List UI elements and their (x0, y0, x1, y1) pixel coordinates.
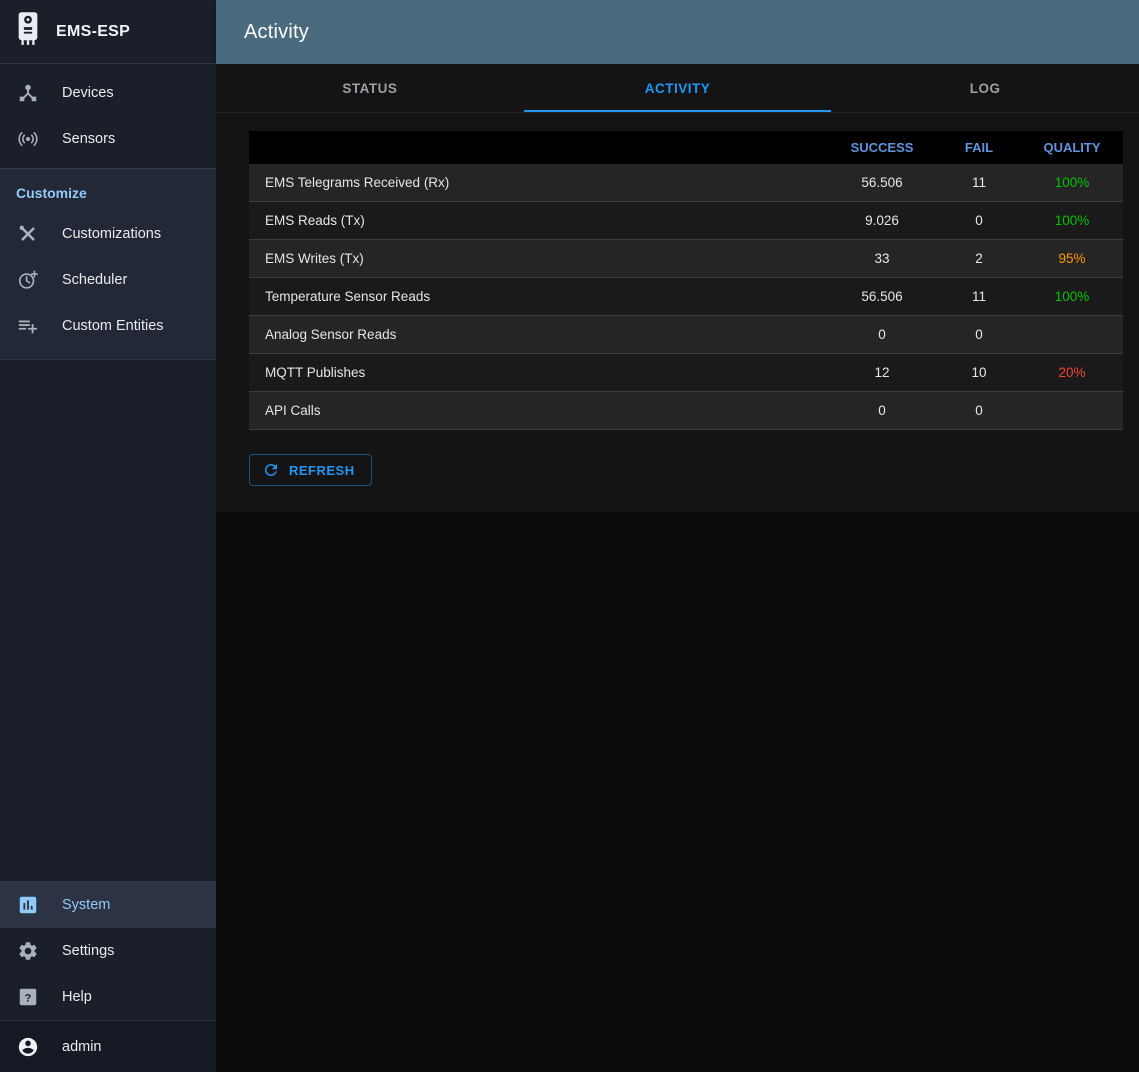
sidebar-item-label: Custom Entities (62, 318, 164, 334)
customize-section: Customize Customizations Scheduler (0, 168, 216, 360)
sidebar-item-customizations[interactable]: Customizations (0, 211, 216, 257)
gear-icon (16, 939, 40, 963)
tab-status[interactable]: STATUS (216, 64, 524, 112)
success-value: 56.506 (827, 164, 937, 202)
sidebar-main-nav: Devices Sensors (0, 64, 216, 168)
table-row: EMS Writes (Tx)33295% (249, 240, 1123, 278)
account-icon (16, 1035, 40, 1059)
tab-bar: STATUS ACTIVITY LOG (216, 64, 1139, 113)
svg-text:?: ? (25, 992, 32, 1004)
sidebar-item-help[interactable]: ? Help (0, 974, 216, 1020)
page-title: Activity (244, 21, 309, 44)
metric-name: MQTT Publishes (249, 354, 827, 392)
sidebar-item-system[interactable]: System (0, 882, 216, 928)
quality-value: 20% (1021, 354, 1123, 392)
table-row: MQTT Publishes121020% (249, 354, 1123, 392)
sidebar-item-label: Help (62, 989, 92, 1005)
quality-value: 100% (1021, 164, 1123, 202)
metric-name: Temperature Sensor Reads (249, 278, 827, 316)
table-row: EMS Reads (Tx)9.0260100% (249, 202, 1123, 240)
playlist-add-icon (16, 314, 40, 338)
sidebar-spacer (0, 360, 216, 881)
app-logo-icon (14, 9, 42, 54)
device-hub-icon (16, 81, 40, 105)
tab-log[interactable]: LOG (831, 64, 1139, 112)
sensors-icon (16, 127, 40, 151)
sidebar-bottom-nav: System Settings ? Help (0, 881, 216, 1020)
help-icon: ? (16, 985, 40, 1009)
success-value: 0 (827, 316, 937, 354)
success-value: 0 (827, 392, 937, 430)
quality-value: 100% (1021, 202, 1123, 240)
sidebar-item-label: Sensors (62, 131, 115, 147)
fail-value: 0 (937, 392, 1021, 430)
content: STATUS ACTIVITY LOG SUCCESS (216, 64, 1139, 1072)
success-value: 56.506 (827, 278, 937, 316)
activity-table-body: EMS Telegrams Received (Rx)56.50611100%E… (249, 164, 1123, 430)
activity-card: STATUS ACTIVITY LOG SUCCESS (216, 64, 1139, 512)
analytics-icon (16, 893, 40, 917)
sidebar-item-label: Devices (62, 85, 114, 101)
table-row: Analog Sensor Reads00 (249, 316, 1123, 354)
fail-value: 2 (937, 240, 1021, 278)
sidebar-item-custom-entities[interactable]: Custom Entities (0, 303, 216, 349)
sidebar-header: EMS-ESP (0, 0, 216, 64)
quality-value: 100% (1021, 278, 1123, 316)
metric-name: EMS Writes (Tx) (249, 240, 827, 278)
fail-value: 11 (937, 278, 1021, 316)
fail-value: 10 (937, 354, 1021, 392)
sidebar-item-settings[interactable]: Settings (0, 928, 216, 974)
success-value: 33 (827, 240, 937, 278)
scheduler-icon (16, 268, 40, 292)
sidebar-item-label: Settings (62, 943, 114, 959)
refresh-button[interactable]: REFRESH (249, 454, 372, 486)
table-row: EMS Telegrams Received (Rx)56.50611100% (249, 164, 1123, 202)
app-name: EMS-ESP (56, 23, 130, 41)
success-column-header: SUCCESS (827, 131, 937, 164)
metric-name: EMS Telegrams Received (Rx) (249, 164, 827, 202)
user-row[interactable]: admin (0, 1020, 216, 1072)
success-value: 12 (827, 354, 937, 392)
sidebar-item-label: Scheduler (62, 272, 127, 288)
user-name: admin (62, 1039, 102, 1055)
refresh-button-label: REFRESH (289, 463, 355, 478)
fail-value: 0 (937, 202, 1021, 240)
refresh-icon (262, 461, 280, 479)
table-header-row: SUCCESS FAIL QUALITY (249, 131, 1123, 164)
main-area: Activity STATUS ACTIVITY LOG (216, 0, 1139, 1072)
sidebar-item-devices[interactable]: Devices (0, 70, 216, 116)
customize-section-header: Customize (0, 169, 216, 211)
fail-column-header: FAIL (937, 131, 1021, 164)
quality-value (1021, 316, 1123, 354)
metric-name: EMS Reads (Tx) (249, 202, 827, 240)
metric-name: Analog Sensor Reads (249, 316, 827, 354)
tab-activity[interactable]: ACTIVITY (524, 64, 832, 112)
sidebar: EMS-ESP Devices Sensors (0, 0, 216, 1072)
appbar: Activity (216, 0, 1139, 64)
fail-value: 0 (937, 316, 1021, 354)
sidebar-item-sensors[interactable]: Sensors (0, 116, 216, 162)
fail-value: 11 (937, 164, 1021, 202)
sidebar-item-label: System (62, 897, 110, 913)
quality-value (1021, 392, 1123, 430)
metric-name: API Calls (249, 392, 827, 430)
sidebar-item-label: Customizations (62, 226, 161, 242)
sidebar-item-scheduler[interactable]: Scheduler (0, 257, 216, 303)
table-row: API Calls00 (249, 392, 1123, 430)
construction-icon (16, 222, 40, 246)
quality-value: 95% (1021, 240, 1123, 278)
metric-column-header (249, 131, 827, 164)
success-value: 9.026 (827, 202, 937, 240)
activity-table: SUCCESS FAIL QUALITY EMS Telegrams Recei… (249, 131, 1123, 430)
quality-column-header: QUALITY (1021, 131, 1123, 164)
table-row: Temperature Sensor Reads56.50611100% (249, 278, 1123, 316)
